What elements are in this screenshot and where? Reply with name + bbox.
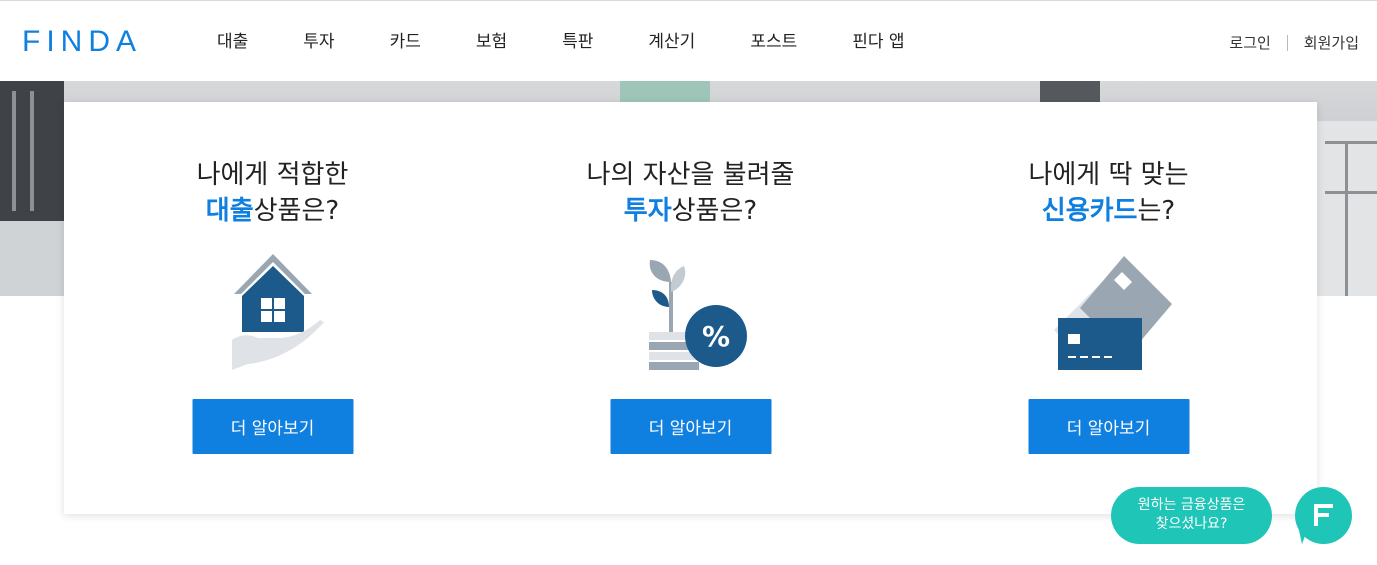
invest-card-title: 나의 자산을 불려줄 투자상품은? bbox=[586, 160, 795, 226]
nav-app[interactable]: 핀다 앱 bbox=[852, 31, 904, 53]
svg-text:%: % bbox=[701, 320, 729, 353]
creditcard-card: 나에게 딱 맞는 신용카드는? 더 알아보기 bbox=[900, 102, 1317, 514]
loan-learn-more-button[interactable]: 더 알아보기 bbox=[192, 399, 353, 454]
creditcard-learn-more-button[interactable]: 더 알아보기 bbox=[1028, 399, 1189, 454]
chat-prompt-bubble[interactable]: 원하는 금융상품은 찾으셨나요? bbox=[1111, 487, 1272, 544]
finda-logo[interactable]: FINDA bbox=[22, 27, 142, 57]
chat-open-button[interactable] bbox=[1292, 487, 1352, 545]
product-panel: 나에게 적합한 대출상품은? 더 알아보기 나의 자산을 불려줄 투자상품은? bbox=[64, 102, 1317, 514]
loan-card: 나에게 적합한 대출상품은? 더 알아보기 bbox=[64, 102, 481, 514]
auth-links: 로그인 회원가입 bbox=[1229, 32, 1359, 53]
loan-card-title: 나에게 적합한 대출상품은? bbox=[196, 160, 349, 226]
top-header: FINDA 대출 투자 카드 보험 특판 계산기 포스트 핀다 앱 로그인 회원… bbox=[0, 0, 1377, 81]
nav-post[interactable]: 포스트 bbox=[750, 31, 797, 53]
signup-link[interactable]: 회원가입 bbox=[1304, 32, 1359, 53]
invest-card: 나의 자산을 불려줄 투자상품은? % 더 알아보기 bbox=[482, 102, 899, 514]
nav-invest[interactable]: 투자 bbox=[303, 31, 334, 53]
creditcard-card-title: 나에게 딱 맞는 신용카드는? bbox=[1028, 160, 1189, 226]
login-link[interactable]: 로그인 bbox=[1229, 32, 1270, 53]
nav-loan[interactable]: 대출 bbox=[217, 31, 248, 53]
nav-calculator[interactable]: 계산기 bbox=[648, 31, 695, 53]
credit-cards-icon bbox=[1044, 252, 1174, 372]
invest-learn-more-button[interactable]: 더 알아보기 bbox=[610, 399, 771, 454]
auth-divider bbox=[1286, 34, 1288, 51]
nav-insurance[interactable]: 보험 bbox=[476, 31, 507, 53]
house-in-hand-icon bbox=[208, 252, 338, 372]
nav-special[interactable]: 특판 bbox=[562, 31, 593, 53]
plant-coins-percent-icon: % bbox=[626, 252, 756, 372]
finda-f-icon bbox=[1314, 504, 1333, 526]
main-nav: 대출 투자 카드 보험 특판 계산기 포스트 핀다 앱 bbox=[217, 31, 905, 53]
nav-card[interactable]: 카드 bbox=[390, 31, 421, 53]
